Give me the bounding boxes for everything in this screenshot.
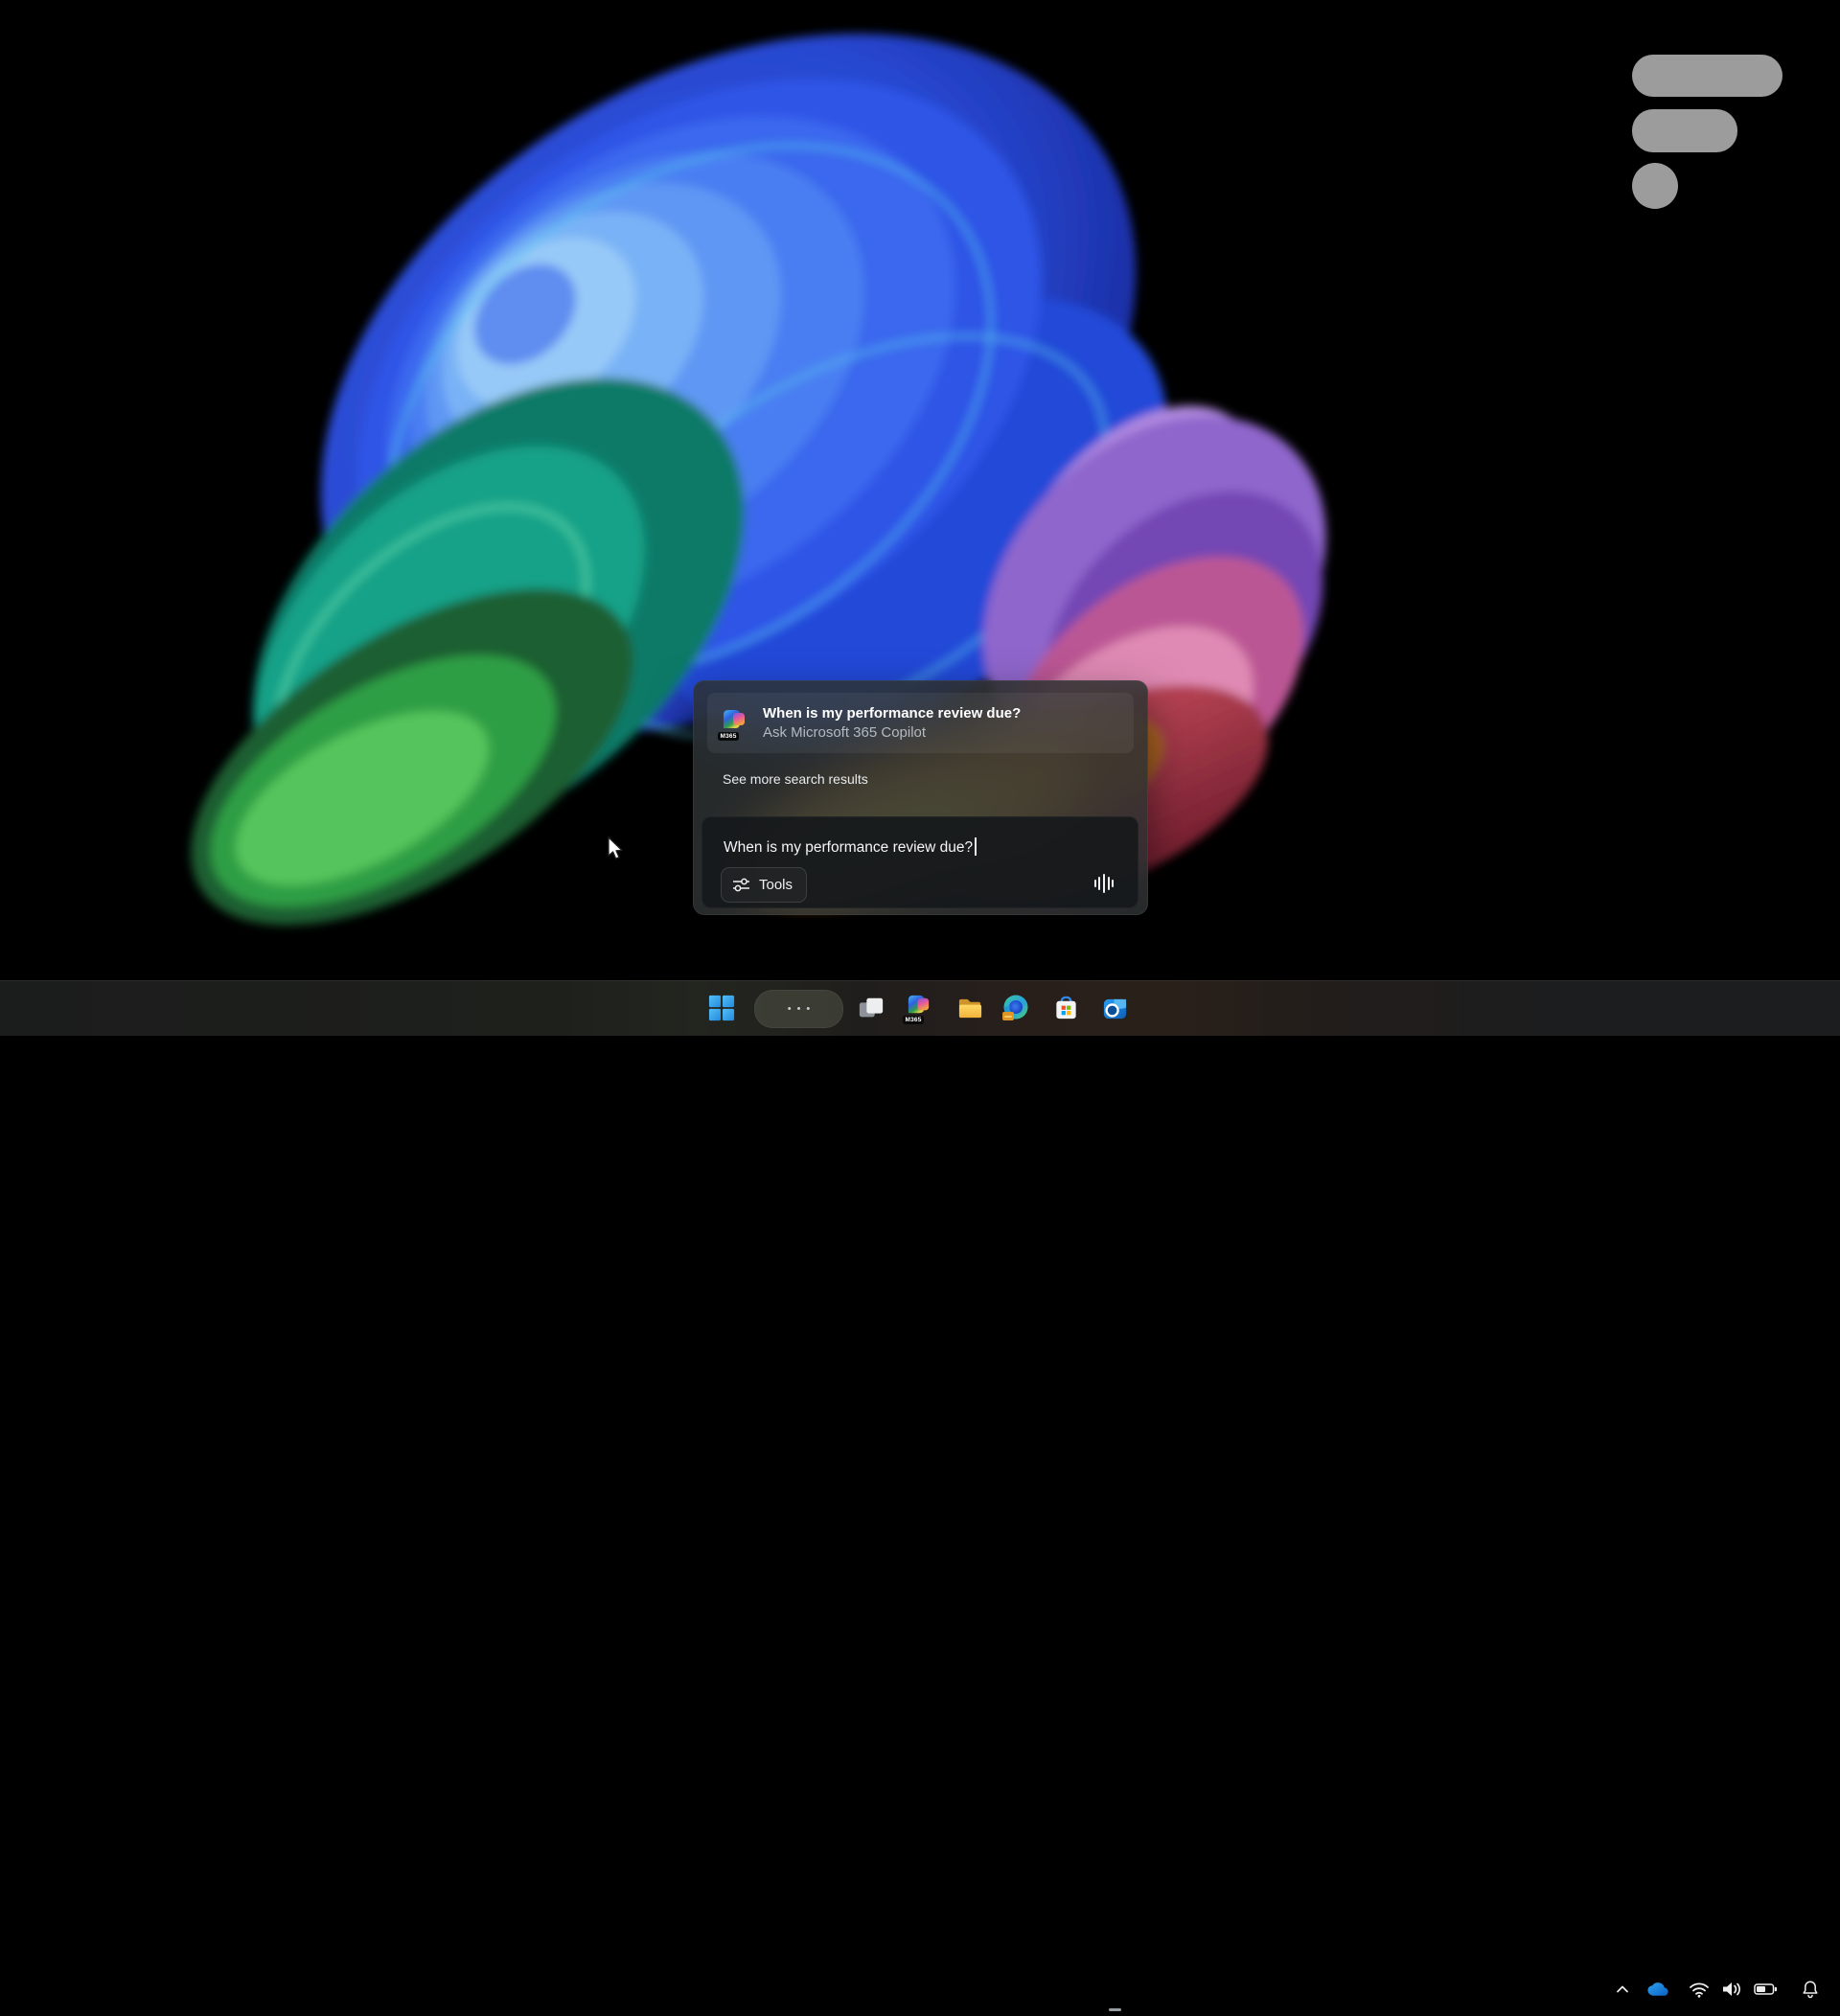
task-view-icon: [858, 995, 885, 1021]
notification-bell-icon: [1801, 1980, 1820, 1999]
battery-icon: [1754, 1982, 1778, 1997]
suggestion-subtitle: Ask Microsoft 365 Copilot: [763, 724, 1021, 741]
m365-badge: M365: [903, 1016, 924, 1024]
notification-bell-button[interactable]: [1796, 1970, 1825, 2008]
see-more-search-results-link[interactable]: See more search results: [723, 771, 868, 787]
mouse-cursor: [607, 836, 628, 866]
volume-icon: [1720, 1981, 1743, 1998]
search-pill-dots: •••: [782, 1004, 816, 1015]
windows-start-icon: [708, 995, 735, 1021]
onedrive-tray-button[interactable]: [1641, 1970, 1673, 2008]
chevron-up-icon: [1614, 1982, 1631, 1996]
outlook-button[interactable]: [1095, 989, 1134, 1027]
microsoft-store-button[interactable]: [1046, 989, 1085, 1027]
search-flyout: M365 When is my performance review due? …: [693, 680, 1148, 915]
m365-copilot-icon: M365: [720, 707, 750, 740]
suggestion-text: When is my performance review due? Ask M…: [763, 705, 1021, 741]
copilot-suggestion-row[interactable]: M365 When is my performance review due? …: [707, 693, 1134, 753]
battery-tray-button[interactable]: [1750, 1970, 1781, 2008]
search-input[interactable]: When is my performance review due? Tools: [702, 816, 1138, 908]
tools-button[interactable]: Tools: [721, 867, 807, 903]
watermark-dot: [1632, 163, 1678, 209]
microsoft-store-icon: [1052, 995, 1080, 1022]
watermark-bar-medium: [1632, 109, 1737, 152]
suggestion-title: When is my performance review due?: [763, 705, 1021, 722]
volume-tray-button[interactable]: [1717, 1970, 1746, 2008]
task-view-button[interactable]: [852, 989, 890, 1027]
edge-button[interactable]: [997, 989, 1035, 1027]
hidden-icons-chevron[interactable]: [1610, 1970, 1635, 2008]
edge-icon: [1001, 994, 1030, 1022]
outlook-running-indicator: [1109, 2008, 1121, 2011]
wifi-tray-button[interactable]: [1685, 1970, 1714, 2008]
filters-icon: [732, 878, 750, 892]
watermark-bar-large: [1632, 55, 1782, 97]
onedrive-icon: [1644, 1981, 1669, 1998]
system-tray: [1610, 1961, 1825, 2016]
search-query-text: When is my performance review due?: [724, 839, 973, 856]
m365-copilot-icon: M365: [905, 993, 933, 1023]
file-explorer-icon: [956, 995, 984, 1022]
search-box-pill[interactable]: •••: [754, 990, 843, 1028]
wifi-icon: [1689, 1981, 1710, 1998]
taskbar: ••• M365: [0, 980, 1840, 1036]
text-caret: [975, 837, 977, 856]
m365-copilot-app-button[interactable]: M365: [900, 989, 938, 1027]
search-query: When is my performance review due?: [724, 837, 977, 857]
tools-label: Tools: [759, 877, 793, 893]
dictation-icon[interactable]: [1091, 871, 1117, 896]
file-explorer-button[interactable]: [951, 989, 989, 1027]
outlook-icon: [1101, 995, 1129, 1022]
start-button[interactable]: [702, 989, 741, 1027]
m365-badge: M365: [718, 732, 739, 741]
